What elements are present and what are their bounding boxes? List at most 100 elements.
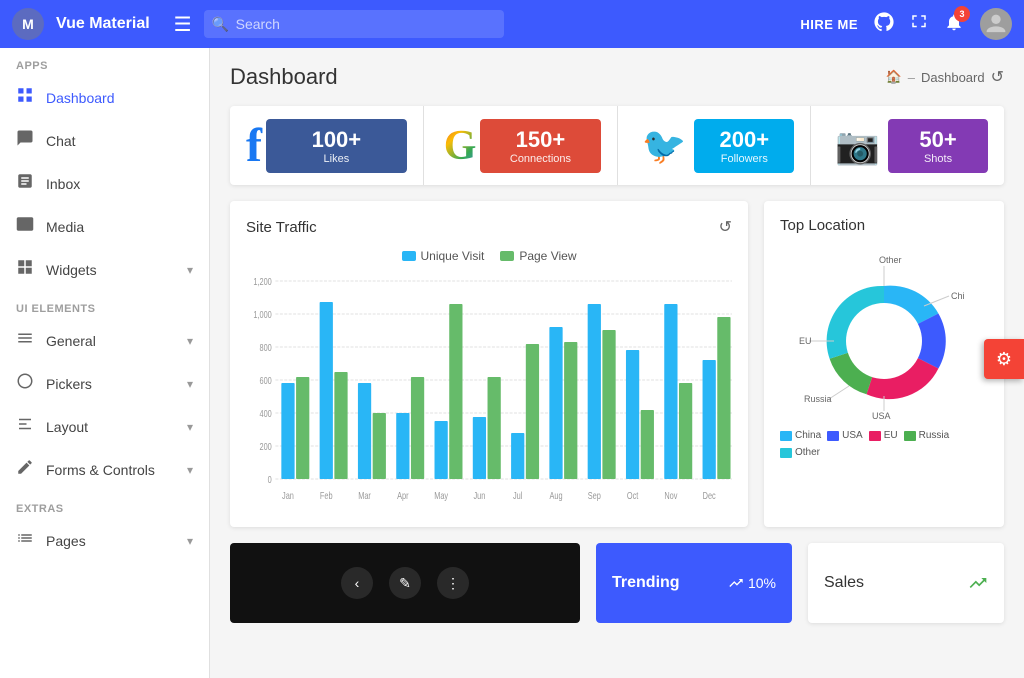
instagram-label: Shots <box>900 153 976 165</box>
search-wrapper: 🔍 <box>204 10 504 38</box>
legend-china: China <box>780 430 821 441</box>
app-title: Vue Material <box>56 15 150 33</box>
top-location-card: Top Location <box>764 201 1004 527</box>
sidebar-general-label: General <box>46 333 175 349</box>
svg-text:Dec: Dec <box>703 490 717 501</box>
svg-text:Chi: Chi <box>951 291 965 301</box>
legend-page-label: Page View <box>519 249 576 263</box>
eu-color <box>869 431 881 441</box>
facebook-label: Likes <box>278 153 395 165</box>
notification-badge: 3 <box>954 6 970 22</box>
sidebar-item-forms[interactable]: Forms & Controls ▾ <box>0 448 209 491</box>
legend-eu: EU <box>869 430 898 441</box>
svg-text:USA: USA <box>872 411 891 421</box>
trending-label: Trending <box>612 574 680 592</box>
fab-settings[interactable]: ⚙ <box>984 339 1024 379</box>
notification-icon[interactable]: 3 <box>944 12 964 37</box>
location-title: Top Location <box>780 217 865 234</box>
sidebar-pages-label: Pages <box>46 533 175 549</box>
donut-chart-svg: Chi Other EU Russia USA <box>794 251 974 421</box>
media-controls: ‹ ✎ ⋮ <box>341 567 469 599</box>
sidebar-item-inbox[interactable]: Inbox <box>0 162 209 205</box>
facebook-stats: 100+ Likes <box>266 119 407 173</box>
sidebar: Apps Dashboard Chat Inbox Media <box>0 48 210 678</box>
traffic-refresh-icon[interactable]: ↺ <box>719 217 732 237</box>
svg-text:0: 0 <box>268 474 272 485</box>
trending-card: Trending 10% <box>596 543 792 623</box>
legend-page-dot <box>500 251 514 261</box>
fullscreen-icon[interactable] <box>910 13 928 36</box>
bar-chart-container: 1,200 1,000 800 600 400 200 0 <box>246 271 732 511</box>
traffic-title: Site Traffic <box>246 219 317 236</box>
trending-up-icon <box>728 575 744 591</box>
pickers-arrow-icon: ▾ <box>187 377 193 391</box>
google-count: 150+ <box>492 127 588 153</box>
trending-pct: 10% <box>728 575 776 591</box>
twitter-count: 200+ <box>706 127 782 153</box>
instagram-card[interactable]: 📷 50+ Shots <box>811 106 1004 185</box>
sales-trend-icon <box>968 573 988 593</box>
breadcrumb-current: Dashboard <box>921 70 985 85</box>
sidebar-layout-label: Layout <box>46 419 175 435</box>
usa-color <box>827 431 839 441</box>
svg-text:Jun: Jun <box>473 490 485 501</box>
prev-button[interactable]: ‹ <box>341 567 373 599</box>
app-header: M Vue Material ☰ 🔍 HIRE ME 3 <box>0 0 1024 48</box>
widgets-arrow-icon: ▾ <box>187 263 193 277</box>
breadcrumb: 🏠 – Dashboard ↺ <box>886 67 1004 87</box>
sidebar-forms-label: Forms & Controls <box>46 462 175 478</box>
sidebar-item-widgets[interactable]: Widgets ▾ <box>0 248 209 291</box>
site-traffic-card: Site Traffic ↺ Unique Visit Page View <box>230 201 748 527</box>
search-icon: 🔍 <box>212 16 229 33</box>
user-avatar[interactable] <box>980 8 1012 40</box>
sidebar-item-layout[interactable]: Layout ▾ <box>0 405 209 448</box>
hire-me-button[interactable]: HIRE ME <box>800 17 858 32</box>
facebook-card[interactable]: f 100+ Likes <box>230 106 424 185</box>
svg-text:1,200: 1,200 <box>253 276 271 287</box>
inbox-icon <box>16 172 34 195</box>
google-card[interactable]: G 150+ Connections <box>424 106 618 185</box>
legend-unique-label: Unique Visit <box>421 249 485 263</box>
breadcrumb-separator: – <box>908 70 915 85</box>
legend-usa: USA <box>827 430 863 441</box>
sales-label: Sales <box>824 574 864 592</box>
edit-button[interactable]: ✎ <box>389 567 421 599</box>
svg-text:Other: Other <box>879 255 902 265</box>
sidebar-item-chat[interactable]: Chat <box>0 119 209 162</box>
sidebar-item-pickers[interactable]: Pickers ▾ <box>0 362 209 405</box>
svg-text:400: 400 <box>259 408 271 419</box>
sidebar-widgets-label: Widgets <box>46 262 175 278</box>
refresh-icon[interactable]: ↺ <box>991 67 1004 87</box>
sidebar-item-media[interactable]: Media <box>0 205 209 248</box>
header-right: HIRE ME 3 <box>800 8 1012 40</box>
google-label: Connections <box>492 153 588 165</box>
svg-text:EU: EU <box>799 336 812 346</box>
page-title: Dashboard <box>230 64 338 90</box>
charts-row: Site Traffic ↺ Unique Visit Page View <box>230 201 1004 527</box>
search-input[interactable] <box>204 10 504 38</box>
media-icon <box>16 215 34 238</box>
legend-other: Other <box>780 447 820 458</box>
other-color <box>780 448 792 458</box>
facebook-count: 100+ <box>278 127 395 153</box>
sidebar-pickers-label: Pickers <box>46 376 175 392</box>
legend-page-view: Page View <box>500 249 576 263</box>
china-color <box>780 431 792 441</box>
svg-text:600: 600 <box>259 375 271 386</box>
twitter-card[interactable]: 🐦 200+ Followers <box>618 106 812 185</box>
sidebar-item-dashboard[interactable]: Dashboard <box>0 76 209 119</box>
google-stats: 150+ Connections <box>480 119 600 173</box>
svg-text:200: 200 <box>259 441 271 452</box>
main-content: Dashboard 🏠 – Dashboard ↺ f 100+ Likes G <box>210 48 1024 678</box>
svg-text:800: 800 <box>259 342 271 353</box>
dashboard-icon <box>16 86 34 109</box>
more-button[interactable]: ⋮ <box>437 567 469 599</box>
legend-unique-visit: Unique Visit <box>402 249 485 263</box>
github-icon[interactable] <box>874 12 894 37</box>
pickers-icon <box>16 372 34 395</box>
apps-section-label: Apps <box>0 48 209 76</box>
sidebar-item-general[interactable]: General ▾ <box>0 319 209 362</box>
sidebar-item-pages[interactable]: Pages ▾ <box>0 519 209 562</box>
menu-icon[interactable]: ☰ <box>174 12 192 37</box>
svg-text:Russia: Russia <box>804 394 832 404</box>
